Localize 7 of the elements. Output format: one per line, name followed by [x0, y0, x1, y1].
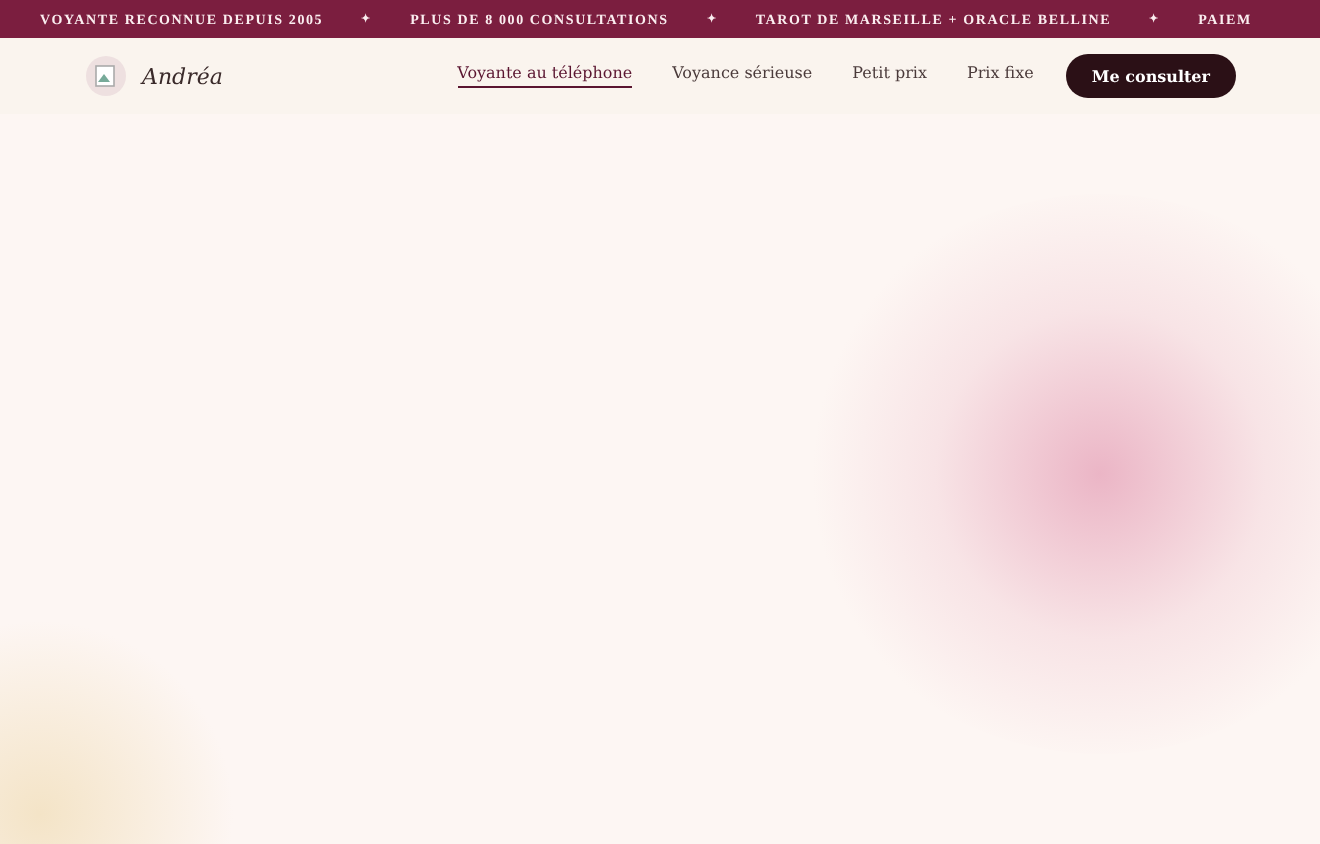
nav-link[interactable]: Petit prix [852, 64, 927, 88]
nav-link[interactable]: Voyante au téléphone [457, 64, 633, 88]
broken-image-icon [86, 56, 126, 96]
logo-text: Andréa [142, 63, 223, 89]
consult-button[interactable]: Me consulter [1065, 54, 1236, 98]
nav-link[interactable]: Voyance sérieuse [672, 64, 813, 88]
nav-link[interactable]: Prix fixe [966, 64, 1034, 88]
